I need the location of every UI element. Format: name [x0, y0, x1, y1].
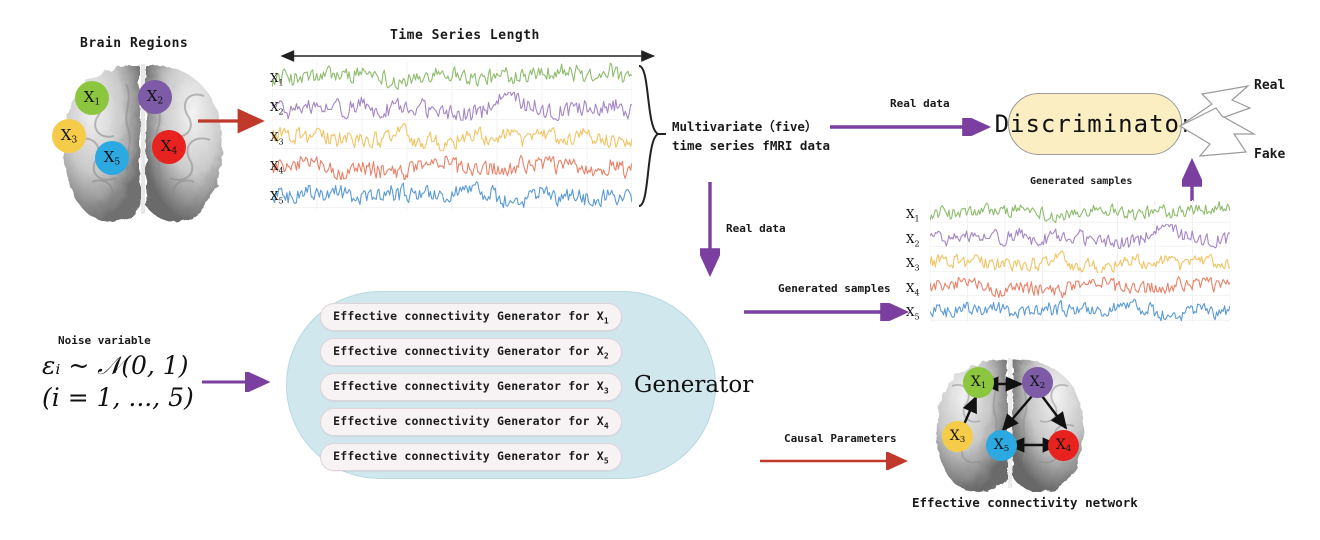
- noise-formula-line1: εᵢ ~ 𝒩(0, 1): [42, 351, 189, 380]
- timeseries-row: [929, 248, 1231, 275]
- brain-node-x5: X5: [95, 141, 129, 175]
- timeseries-label: X3: [906, 256, 920, 273]
- label-causal-parameters: Causal Parameters: [784, 432, 897, 445]
- network-node-x4-label: X4: [1055, 436, 1072, 455]
- network-node-x1-label: X1: [970, 373, 987, 392]
- timeseries-label: X4: [906, 280, 920, 297]
- generator-pill-2[interactable]: Effective connectivity Generator for X2: [320, 338, 622, 366]
- network-node-x2-label: X2: [1029, 373, 1046, 392]
- generator-pill-3[interactable]: Effective connectivity Generator for X3: [320, 373, 622, 401]
- output-label-fake: Fake: [1254, 147, 1286, 162]
- center-caption-line2: time series fMRI data: [672, 137, 831, 153]
- timeseries-trace: [271, 62, 633, 92]
- timeseries-header: Time Series Length: [390, 28, 540, 43]
- generator-pill-1[interactable]: Effective connectivity Generator for X1: [320, 303, 622, 331]
- network-node-x3: X3: [942, 421, 973, 452]
- timeseries-label: X5: [270, 188, 284, 206]
- brace-icon: [638, 65, 666, 207]
- brain-node-x1-label: X1: [83, 88, 101, 108]
- timeseries-trace: [271, 121, 633, 153]
- arrow-causal-parameters: [760, 452, 908, 470]
- brain-node-x2-label: X2: [146, 87, 164, 107]
- timeseries-trace: [929, 200, 1231, 225]
- timeseries-trace: [271, 90, 633, 123]
- label-real-data-top: Real data: [890, 97, 950, 110]
- noise-formula: εᵢ ~ 𝒩(0, 1) (i = 1, ..., 5): [42, 350, 194, 414]
- network-caption: Effective connectivity network: [912, 495, 1138, 510]
- timeseries-panel-real: [271, 62, 633, 210]
- timeseries-row: [929, 273, 1231, 299]
- network-node-x5: X5: [986, 430, 1017, 461]
- generator-label: Generator: [634, 372, 754, 398]
- label-real-data-down: Real data: [726, 222, 786, 235]
- center-caption-line1: Multivariate（five）: [672, 119, 818, 134]
- brain-node-x1: X1: [75, 81, 109, 115]
- network-node-x3-label: X3: [949, 427, 966, 446]
- brain-node-x2: X2: [138, 80, 172, 114]
- label-generated-samples-up: Generated samples: [1030, 176, 1133, 187]
- page-title: Brain Regions: [80, 36, 189, 51]
- timeseries-label: X3: [270, 129, 284, 147]
- timeseries-labels-real: X1 X2 X3 X4 X5: [270, 62, 298, 210]
- generator-pill-2-label: Effective connectivity Generator for X2: [333, 343, 609, 361]
- network-node-x2: X2: [1022, 367, 1053, 398]
- discriminator-box[interactable]: Discriminator: [995, 93, 1194, 155]
- timeseries-label: X4: [270, 159, 284, 176]
- timeseries-panel-generated: [929, 200, 1231, 322]
- timeseries-trace: [271, 150, 633, 182]
- network-node-x5-label: X5: [993, 436, 1010, 455]
- discriminator-label: Discriminator: [994, 110, 1196, 138]
- arrow-generated-samples-right: [744, 303, 910, 321]
- arrow-real-data-down: [700, 182, 720, 278]
- noise-caption: Noise variable: [58, 334, 151, 347]
- brain-node-x3-label: X3: [60, 126, 78, 146]
- arrow-real-data-to-discriminator: [830, 118, 992, 136]
- network-node-x4: X4: [1048, 430, 1079, 461]
- noise-formula-line2: (i = 1, ..., 5): [42, 383, 194, 412]
- brain-node-x4-label: X4: [160, 137, 178, 157]
- timeseries-label: X1: [270, 70, 284, 88]
- brain-node-x4: X4: [152, 130, 186, 164]
- timeseries-row: [929, 297, 1231, 322]
- arrow-brain-to-timeseries: [198, 108, 265, 134]
- timeseries-row: [271, 90, 633, 123]
- brain-node-x3: X3: [52, 119, 86, 153]
- timeseries-trace: [929, 297, 1231, 322]
- timeseries-row: [271, 150, 633, 182]
- output-label-real: Real: [1254, 78, 1286, 93]
- network-node-x1: X1: [963, 367, 994, 398]
- timeseries-trace: [929, 223, 1231, 251]
- timeseries-trace: [929, 248, 1231, 275]
- timeseries-trace: [271, 180, 633, 210]
- timeseries-trace: [929, 273, 1231, 299]
- center-caption: Multivariate（five） time series fMRI data: [672, 118, 830, 156]
- network-edges: [960, 376, 1068, 453]
- figure-canvas: Brain Regions X1 X2 X3 X4 X5 Time Series…: [0, 0, 1320, 540]
- generator-pill-5[interactable]: Effective connectivity Generator for X5: [320, 443, 622, 471]
- generator-pill-1-label: Effective connectivity Generator for X1: [333, 308, 609, 326]
- arrow-noise-to-generator: [202, 372, 271, 392]
- timeseries-row: [929, 200, 1231, 225]
- timeseries-label: X1: [906, 207, 920, 224]
- generator-pill-4-label: Effective connectivity Generator for X4: [333, 413, 609, 431]
- brain-node-x5-label: X5: [103, 148, 121, 168]
- arrow-generated-samples-up: [1182, 157, 1202, 201]
- label-generated-samples-right: Generated samples: [778, 282, 891, 295]
- timeseries-row: [271, 180, 633, 210]
- timeseries-row: [271, 121, 633, 153]
- generator-pill-3-label: Effective connectivity Generator for X3: [333, 378, 609, 396]
- timeseries-row: [929, 223, 1231, 251]
- generator-pill-5-label: Effective connectivity Generator for X5: [333, 448, 609, 466]
- timeseries-row: [271, 62, 633, 92]
- generator-pill-4[interactable]: Effective connectivity Generator for X4: [320, 408, 622, 436]
- timeseries-label: X2: [906, 231, 920, 249]
- timeseries-label: X2: [270, 100, 284, 117]
